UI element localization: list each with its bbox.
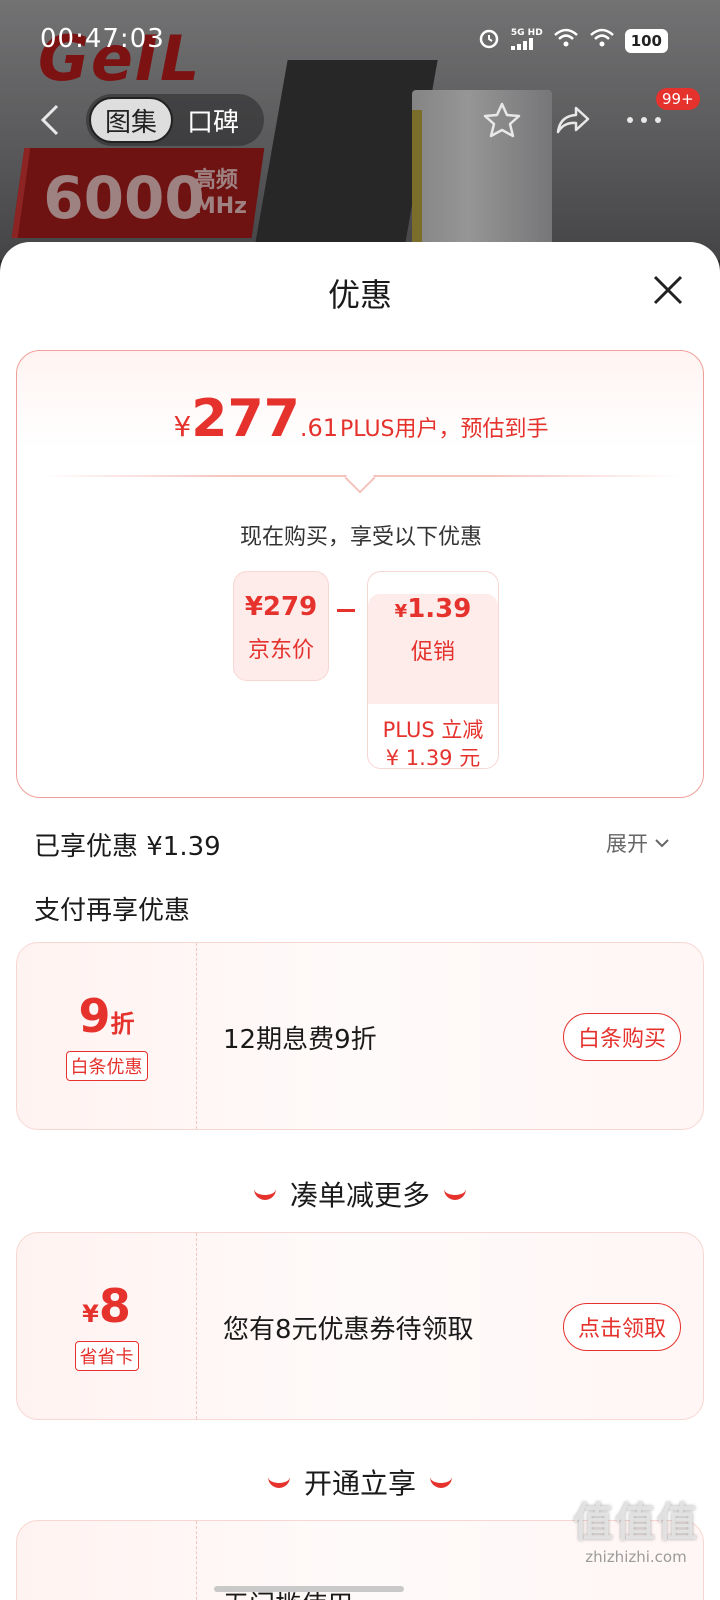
expand-button[interactable]: 展开 <box>606 828 670 858</box>
summary-subtitle: 现在购买，享受以下优惠 <box>239 525 482 550</box>
price-summary-card: ¥277.61PLUS用户，预估到手 现在购买，享受以下优惠 ¥279 京东价 … <box>16 350 704 798</box>
battery-indicator: 100 <box>624 29 668 53</box>
offer-value-block: ¥8 省省卡 <box>17 1233 197 1419</box>
promo-detail-line2: ¥ 1.39 元 <box>385 746 481 770</box>
promo-detail-line1: PLUS 立减 <box>382 718 484 742</box>
price-note: PLUS用户，预估到手 <box>340 417 549 442</box>
smile-decoration-icon <box>253 1188 276 1200</box>
share-button[interactable] <box>548 96 596 144</box>
network-indicator: 5G HD <box>510 28 543 53</box>
promo-chip: ¥1.39 促销 PLUS 立减 ¥ 1.39 元 <box>367 571 499 772</box>
smile-decoration-icon <box>444 1188 466 1200</box>
baitiao-buy-button[interactable]: 白条购买 <box>562 1013 681 1061</box>
share-icon <box>556 106 590 134</box>
status-icons: 5G HD 100 <box>477 26 668 56</box>
gallery-tabs: 图集 口碑 <box>86 94 264 146</box>
coupon-currency: ¥ <box>82 1300 99 1328</box>
network-label: 5G HD <box>510 28 543 38</box>
coupon-amount: 8 <box>98 1279 131 1333</box>
minus-sign <box>337 609 355 612</box>
claim-coupon-button[interactable]: 点击领取 <box>562 1303 681 1351</box>
promo-amount: 1.39 <box>407 594 472 624</box>
offer-tag: 白条优惠 <box>65 1051 148 1081</box>
jd-price-value: ¥279 <box>244 592 318 622</box>
jd-price-label: 京东价 <box>247 638 314 663</box>
alarm-icon <box>477 26 501 56</box>
price-decimal: .61 <box>299 414 339 442</box>
sheet-title: 优惠 <box>327 276 392 314</box>
baitiao-offer-card: 9折 白条优惠 12期息费9折 白条购买 <box>16 942 704 1130</box>
signal-icon <box>553 27 579 55</box>
offer-value-block: 9折 白条优惠 <box>17 943 197 1129</box>
offer-description: 您有8元优惠券待领取 <box>223 1315 474 1345</box>
offer-value-block <box>17 1521 197 1600</box>
star-icon <box>483 102 521 138</box>
promo-label: 促销 <box>410 640 455 665</box>
currency-symbol: ¥ <box>173 410 192 443</box>
site-watermark: 值值值 zhizhizhi.com <box>566 1490 706 1566</box>
back-button[interactable] <box>30 98 70 142</box>
pay-section-label: 支付再享优惠 <box>34 896 191 926</box>
discount-number: 9 <box>78 989 111 1043</box>
offer-description: 12期息费9折 <box>223 1025 377 1055</box>
tab-reviews[interactable]: 口碑 <box>173 97 253 143</box>
divider-notch <box>344 462 376 494</box>
promo-detail: PLUS 立减 ¥ 1.39 元 <box>368 704 498 772</box>
expand-label: 展开 <box>606 832 648 856</box>
tab-gallery[interactable]: 图集 <box>89 97 174 143</box>
close-button[interactable] <box>646 268 690 312</box>
smile-decoration-icon <box>267 1476 290 1488</box>
chevron-down-icon <box>655 839 669 848</box>
estimated-price: ¥277.61PLUS用户，预估到手 <box>17 389 705 449</box>
status-time: 00:47:03 <box>40 24 165 54</box>
chevron-left-icon <box>40 104 59 136</box>
price-integer: 277 <box>191 389 300 449</box>
open-section-title: 开通立享 <box>303 1467 416 1500</box>
more-dots-icon <box>627 117 661 123</box>
product-nav-bar: 图集 口碑 99+ <box>0 88 720 148</box>
wifi-icon <box>589 27 615 55</box>
close-icon <box>653 275 683 305</box>
discount-suffix: 折 <box>110 1010 135 1038</box>
offer-big-value: 9折 <box>17 989 196 1043</box>
watermark-logo: 值值值 <box>573 1500 699 1546</box>
jd-price-chip: ¥279 京东价 <box>233 571 329 681</box>
promo-value: ¥1.39 <box>368 594 498 624</box>
watermark-text: zhizhizhi.com <box>585 1548 687 1566</box>
offer-big-value: ¥8 <box>17 1279 196 1333</box>
coupon-offer-card: ¥8 省省卡 您有8元优惠券待领取 点击领取 <box>16 1232 704 1420</box>
discount-sheet: 优惠 ¥277.61PLUS用户，预估到手 现在购买，享受以下优惠 ¥279 京… <box>0 242 720 1600</box>
message-count-badge: 99+ <box>656 88 700 110</box>
combine-section-title: 凑单减更多 <box>289 1179 430 1212</box>
promo-currency: ¥ <box>394 601 408 622</box>
status-bar: 00:47:03 5G HD 100 <box>0 0 720 80</box>
enjoyed-discount-text: 已享优惠 ¥1.39 <box>34 832 221 862</box>
offer-tag: 省省卡 <box>74 1341 139 1371</box>
combine-section-header: 凑单减更多 <box>0 1174 720 1214</box>
promo-chip-top: ¥1.39 促销 <box>368 594 498 704</box>
favorite-button[interactable] <box>478 96 526 144</box>
smile-decoration-icon <box>430 1476 452 1488</box>
home-indicator[interactable] <box>214 1586 404 1592</box>
